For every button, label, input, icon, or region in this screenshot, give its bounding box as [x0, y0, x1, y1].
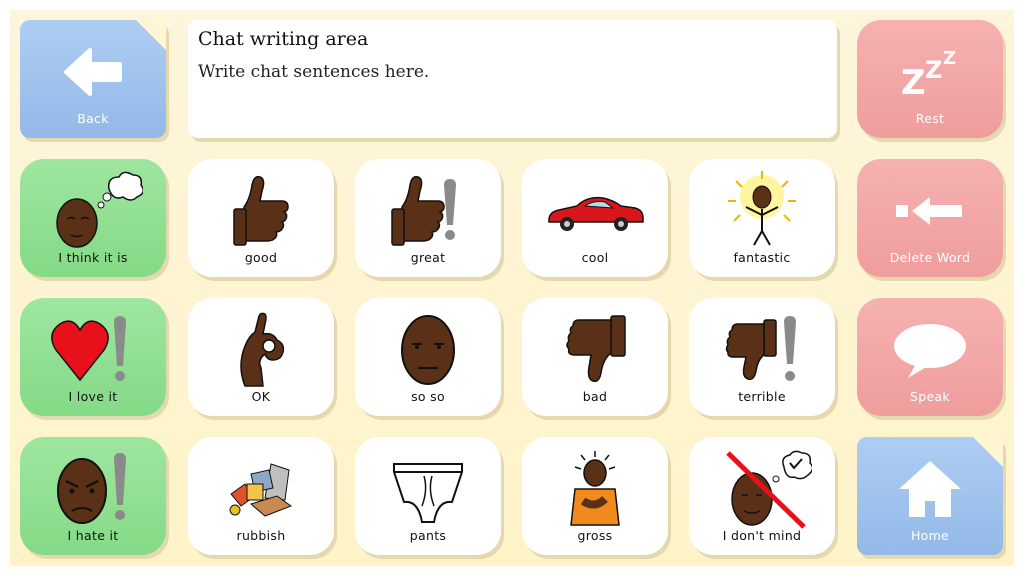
fantastic-person-icon [689, 171, 835, 251]
bad-label: bad [582, 389, 608, 404]
delete-arrow-icon [857, 171, 1003, 251]
back-arrow-icon [20, 32, 166, 112]
pants-label: pants [409, 528, 447, 543]
great-label: great [410, 250, 446, 265]
speech-bubble-icon [857, 310, 1003, 390]
i-dont-mind-label: I don't mind [722, 528, 802, 543]
i-think-it-is-button[interactable]: I think it is [20, 159, 166, 277]
thumbs-up-exclamation-icon [355, 171, 501, 251]
delete-word-button[interactable]: Delete Word [857, 159, 1003, 277]
i-hate-it-label: I hate it [67, 528, 119, 543]
ok-hand-icon [188, 310, 334, 390]
gross-label: gross [577, 528, 613, 543]
bad-button[interactable]: bad [522, 298, 668, 416]
sleep-zzz-icon: Z Z Z [857, 32, 1003, 112]
chat-title: Chat writing area [198, 28, 369, 50]
rubbish-label: rubbish [236, 528, 286, 543]
svg-text:Z: Z [901, 63, 926, 102]
svg-text:Z: Z [925, 56, 942, 84]
rest-label: Rest [915, 111, 945, 126]
i-love-it-label: I love it [68, 389, 118, 404]
gross-button[interactable]: gross [522, 437, 668, 555]
pants-button[interactable]: pants [355, 437, 501, 555]
delete-word-label: Delete Word [889, 250, 971, 265]
terrible-label: terrible [738, 389, 786, 404]
symbol-board: Back Chat writing area Write chat senten… [10, 10, 1014, 566]
thumbs-down-exclamation-icon [689, 310, 835, 390]
fantastic-label: fantastic [733, 250, 791, 265]
dont-mind-icon [689, 449, 835, 529]
good-label: good [244, 250, 278, 265]
back-button[interactable]: Back [20, 20, 166, 138]
neutral-face-icon [355, 310, 501, 390]
heart-exclamation-icon [20, 310, 166, 390]
rubbish-button[interactable]: rubbish [188, 437, 334, 555]
speak-button[interactable]: Speak [857, 298, 1003, 416]
svg-text:Z: Z [943, 48, 956, 69]
rubbish-pile-icon [188, 449, 334, 529]
sports-car-icon [522, 171, 668, 251]
gross-person-icon [522, 449, 668, 529]
chat-hint: Write chat sentences here. [198, 62, 430, 82]
good-button[interactable]: good [188, 159, 334, 277]
home-label: Home [910, 528, 950, 543]
rest-button[interactable]: Z Z Z Rest [857, 20, 1003, 138]
angry-face-exclamation-icon [20, 449, 166, 529]
ok-button[interactable]: OK [188, 298, 334, 416]
terrible-button[interactable]: terrible [689, 298, 835, 416]
underpants-icon [355, 449, 501, 529]
cool-label: cool [581, 250, 609, 265]
thinking-face-icon [20, 171, 166, 251]
i-dont-mind-button[interactable]: I don't mind [689, 437, 835, 555]
home-button[interactable]: Home [857, 437, 1003, 555]
cool-button[interactable]: cool [522, 159, 668, 277]
i-hate-it-button[interactable]: I hate it [20, 437, 166, 555]
so-so-label: so so [411, 389, 445, 404]
i-love-it-button[interactable]: I love it [20, 298, 166, 416]
ok-label: OK [251, 389, 271, 404]
so-so-button[interactable]: so so [355, 298, 501, 416]
i-think-it-is-label: I think it is [58, 250, 128, 265]
great-button[interactable]: great [355, 159, 501, 277]
home-icon [857, 449, 1003, 529]
speak-label: Speak [910, 389, 950, 404]
back-label: Back [77, 111, 109, 126]
thumbs-down-icon [522, 310, 668, 390]
fantastic-button[interactable]: fantastic [689, 159, 835, 277]
chat-writing-area[interactable]: Chat writing area Write chat sentences h… [188, 20, 837, 138]
thumbs-up-icon [188, 171, 334, 251]
